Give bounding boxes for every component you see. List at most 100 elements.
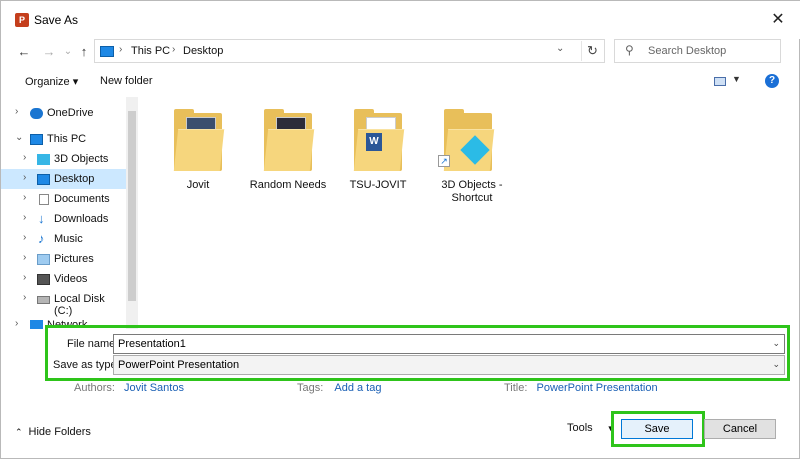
chevron-down-icon[interactable]: ⌄ (556, 43, 564, 54)
disk-icon (37, 296, 50, 304)
tree-item-label: Videos (54, 273, 88, 285)
up-arrow-icon[interactable]: ↑ (75, 42, 93, 62)
chevron-right-icon[interactable]: › (23, 232, 26, 243)
search-placeholder[interactable]: Search Desktop (648, 45, 726, 57)
cube-icon (37, 154, 50, 165)
close-icon[interactable]: ✕ (767, 9, 789, 31)
tree-item-downloads[interactable]: › ↓ Downloads (1, 209, 126, 229)
authors-value[interactable]: Jovit Santos (124, 382, 184, 394)
tags-value[interactable]: Add a tag (334, 382, 381, 394)
dialog-title: Save As (34, 13, 79, 27)
tools-button[interactable]: Tools ▼ (567, 422, 615, 434)
new-folder-button[interactable]: New folder (100, 75, 153, 87)
cancel-button[interactable]: Cancel (704, 419, 776, 439)
chevron-right-icon[interactable]: › (23, 212, 26, 223)
file-item-3d-objects-shortcut[interactable]: ↗ 3D Objects - Shortcut (428, 107, 516, 205)
organize-button[interactable]: Organize ▾ (25, 75, 78, 88)
save-type-value[interactable]: PowerPoint Presentation (118, 359, 239, 371)
document-icon (39, 194, 49, 205)
navigation-pane: › OneDrive ⌄ This PC › 3D Objects › Desk… (1, 97, 139, 329)
chevron-down-icon[interactable]: ▼ (732, 74, 741, 84)
chevron-up-icon: ⌃ (15, 427, 23, 437)
chevron-right-icon[interactable]: › (23, 152, 26, 163)
tools-label: Tools (567, 422, 593, 434)
save-as-dialog: P Save As ✕ ← → ⌄ ↑ › This PC › Desktop … (0, 0, 800, 459)
breadcrumb-separator-icon: › (119, 44, 123, 55)
chevron-down-icon[interactable]: ⌄ (772, 359, 780, 370)
back-arrow-icon[interactable]: ← (15, 42, 33, 62)
tree-item-label: Music (54, 233, 83, 245)
desktop-icon (37, 174, 50, 185)
title-value[interactable]: PowerPoint Presentation (537, 382, 658, 394)
folder-icon (263, 107, 315, 171)
breadcrumb-this-pc[interactable]: This PC (131, 45, 170, 57)
title-label: Title: (504, 382, 528, 394)
chevron-right-icon[interactable]: › (23, 172, 26, 183)
address-bar[interactable]: › This PC › Desktop ⌄ ↻ (94, 39, 605, 63)
chevron-right-icon[interactable]: › (23, 192, 26, 203)
tags-field: Tags: Add a tag (297, 382, 381, 394)
tree-item-this-pc[interactable]: ⌄ This PC (1, 129, 126, 149)
chevron-right-icon[interactable]: › (23, 292, 26, 303)
chevron-right-icon[interactable]: › (23, 272, 26, 283)
breadcrumb-separator-icon: › (172, 44, 176, 55)
chevron-right-icon[interactable]: › (23, 252, 26, 263)
help-icon[interactable]: ? (765, 74, 779, 88)
shortcut-arrow-icon: ↗ (438, 155, 450, 167)
tree-item-label: 3D Objects (54, 153, 109, 165)
file-list: Jovit Random Needs W TSU-JOVIT ↗ 3D Obje… (141, 97, 799, 329)
tags-label: Tags: (297, 382, 324, 394)
tree-item-3d-objects[interactable]: › 3D Objects (1, 149, 126, 169)
powerpoint-icon: P (15, 13, 29, 27)
tree-item-music[interactable]: › ♪ Music (1, 229, 126, 249)
word-icon: W (366, 133, 382, 151)
view-options-icon[interactable] (714, 77, 726, 86)
pc-icon (100, 46, 114, 57)
file-item-label: Random Needs (249, 179, 327, 191)
file-item-tsu-jovit[interactable]: W TSU-JOVIT (338, 107, 418, 192)
refresh-icon[interactable]: ↻ (581, 41, 603, 61)
file-item-label: Jovit (186, 179, 210, 191)
cloud-icon (30, 108, 43, 119)
folder-icon: W (353, 107, 405, 171)
file-item-random-needs[interactable]: Random Needs (248, 107, 328, 192)
file-item-jovit[interactable]: Jovit (158, 107, 238, 192)
file-name-value[interactable]: Presentation1 (118, 338, 186, 350)
authors-field: Authors: Jovit Santos (74, 382, 184, 394)
chevron-right-icon[interactable]: › (15, 106, 18, 117)
tree-item-onedrive[interactable]: › OneDrive (1, 103, 126, 123)
tree-item-documents[interactable]: › Documents (1, 189, 126, 209)
breadcrumb-desktop[interactable]: Desktop (183, 45, 223, 57)
pc-icon (30, 134, 43, 145)
tree-item-local-disk[interactable]: › Local Disk (C:) (1, 289, 126, 317)
pictures-icon (37, 254, 50, 265)
chevron-down-icon[interactable]: ⌄ (772, 338, 780, 349)
tree-item-desktop[interactable]: › Desktop (1, 169, 126, 189)
file-item-label: TSU-JOVIT (349, 179, 407, 191)
navigation-bar: ← → ⌄ ↑ › This PC › Desktop ⌄ ↻ ⚲ Search… (1, 39, 800, 65)
save-button[interactable]: Save (621, 419, 693, 439)
tree-item-pictures[interactable]: › Pictures (1, 249, 126, 269)
tree-item-label: Documents (54, 193, 110, 205)
search-box[interactable]: ⚲ Search Desktop (614, 39, 781, 63)
title-bar: P Save As ✕ (1, 1, 800, 39)
tree-item-label: OneDrive (47, 107, 94, 119)
folder-icon: ↗ (438, 107, 495, 171)
file-item-label: 3D Objects - Shortcut (441, 179, 503, 204)
hide-folders-button[interactable]: ⌃ Hide Folders (15, 426, 91, 438)
download-icon: ↓ (38, 211, 45, 226)
chevron-down-icon[interactable]: ⌄ (15, 132, 23, 143)
save-type-select[interactable]: PowerPoint Presentation ⌄ (113, 355, 785, 375)
forward-arrow-icon[interactable]: → (40, 42, 58, 62)
tree-item-videos[interactable]: › Videos (1, 269, 126, 289)
search-icon: ⚲ (625, 43, 634, 57)
video-icon (37, 274, 50, 285)
tree-item-label: Local Disk (C:) (54, 293, 105, 317)
file-name-label: File name: (67, 338, 119, 350)
file-name-field[interactable]: Presentation1 ⌄ (113, 334, 785, 354)
command-bar: Organize ▾ New folder ▼ ? (1, 69, 800, 95)
folder-icon (173, 107, 225, 171)
chevron-right-icon[interactable]: › (15, 318, 18, 329)
nav-scrollbar-thumb[interactable] (128, 111, 136, 301)
tree-item-label: This PC (47, 133, 87, 145)
